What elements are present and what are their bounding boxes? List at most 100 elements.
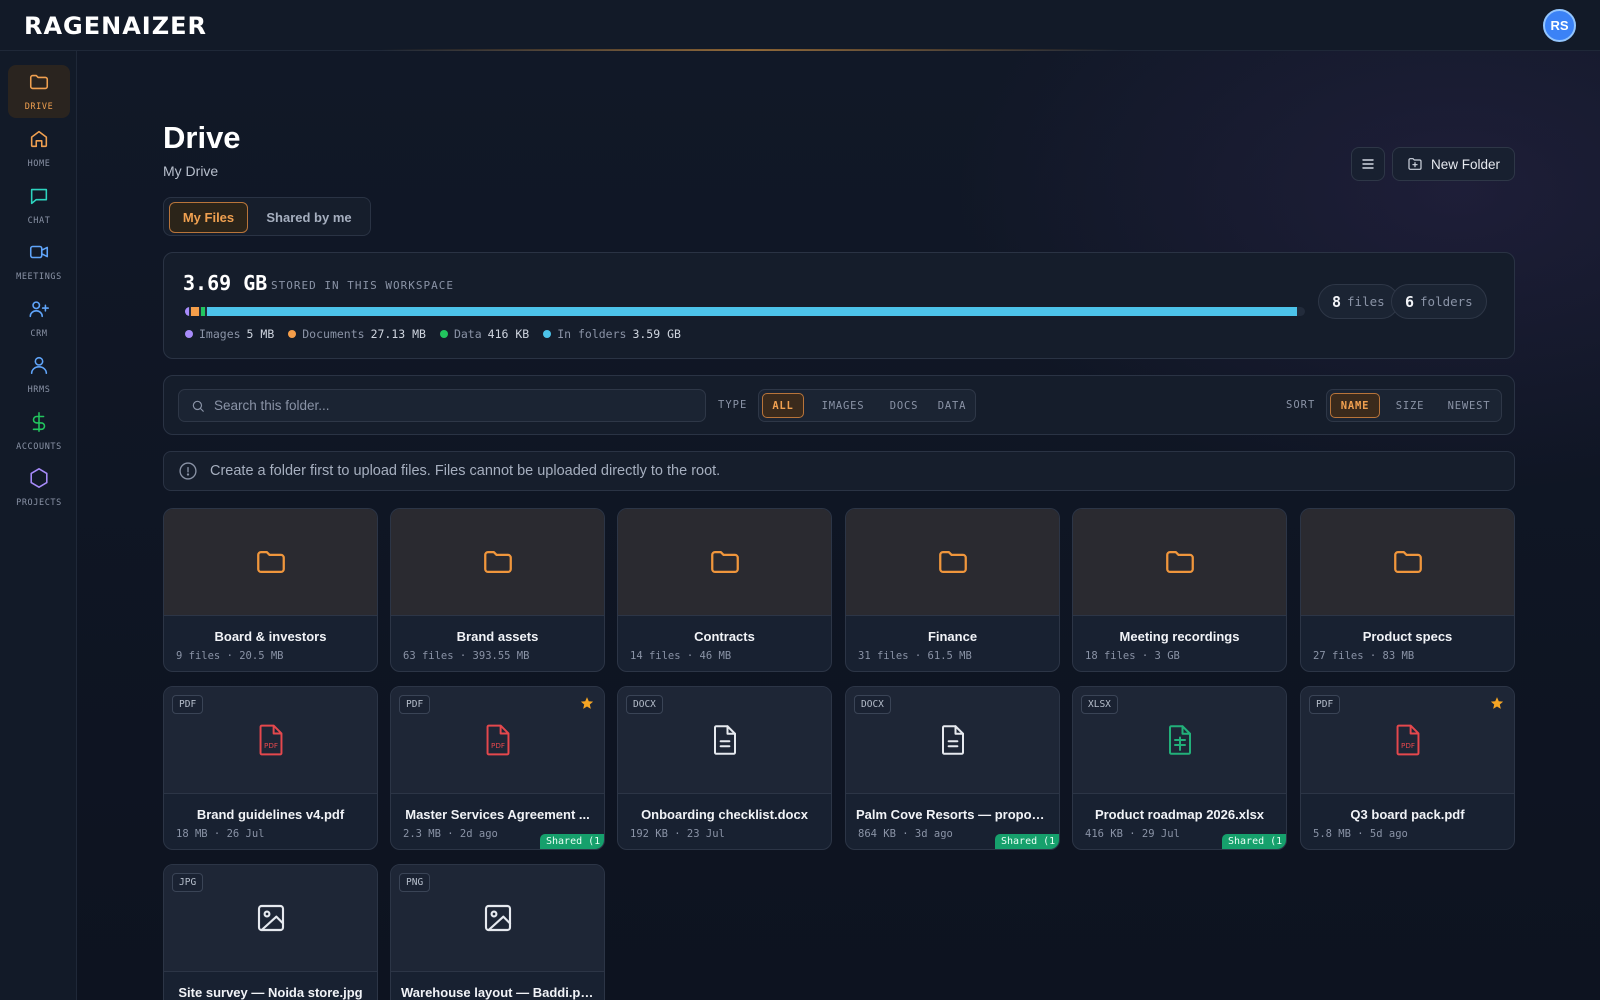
file-name: Master Services Agreement ... [405, 807, 590, 822]
legend-dot [543, 330, 552, 338]
type-filter-all[interactable]: ALL [762, 393, 804, 418]
folder-card[interactable]: Meeting recordings 18 files · 3 GB [1072, 508, 1287, 672]
filter-bar: TYPE ALL IMAGES DOCS DATA SORT NAME SIZE… [163, 375, 1515, 435]
file-type-badge: DOCX [854, 695, 891, 714]
file-card[interactable]: PDF PDF Master Services Agreement ... 2.… [390, 686, 605, 850]
type-filter-images[interactable]: IMAGES [811, 393, 875, 418]
file-card[interactable]: PNG Warehouse layout — Baddi.png [390, 864, 605, 1000]
file-date: 26 Jul [226, 828, 265, 840]
sidebar-item-projects[interactable]: PROJECTS [8, 461, 70, 514]
sidebar-item-crm[interactable]: CRM [8, 292, 70, 345]
user-plus-icon [28, 298, 50, 329]
folder-name: Board & investors [214, 629, 327, 644]
folder-card[interactable]: Product specs 27 files · 83 MB [1300, 508, 1515, 672]
file-name: Brand guidelines v4.pdf [196, 807, 345, 822]
svg-text:PDF: PDF [263, 741, 277, 750]
sidebar-item-meetings[interactable]: MEETINGS [8, 235, 70, 288]
file-card[interactable]: DOCX Onboarding checklist.docx 192 KB · … [617, 686, 832, 850]
type-filter-data[interactable]: DATA [931, 393, 973, 418]
svg-text:PDF: PDF [490, 741, 504, 750]
legend-name: In folders [557, 327, 627, 341]
document-icon [941, 725, 964, 755]
sort-newest[interactable]: NEWEST [1439, 393, 1499, 418]
folders-count-pill: 6 folders [1391, 284, 1487, 319]
sort-name[interactable]: NAME [1330, 393, 1380, 418]
file-type-badge: PDF [1309, 695, 1341, 714]
file-size: 192 KB [630, 828, 668, 840]
file-name: Onboarding checklist.docx [641, 807, 808, 822]
top-bar: RAGENAIZER RS [0, 0, 1600, 51]
file-card[interactable]: PDF PDF Brand guidelines v4.pdf 18 MB · … [163, 686, 378, 850]
files-count-label: files [1347, 294, 1385, 309]
folder-file-count: 31 files [858, 650, 909, 662]
legend-item: Documents 27.13 MB [288, 327, 426, 341]
legend-value: 416 KB [487, 327, 530, 341]
file-size: 2.3 MB [403, 828, 441, 840]
sidebar-item-label: HOME [27, 159, 51, 169]
folder-meta: 63 files · 393.55 MB [403, 650, 530, 662]
new-folder-button[interactable]: New Folder [1392, 147, 1515, 181]
file-size: 18 MB [176, 828, 208, 840]
folder-icon [28, 71, 50, 102]
tab-shared-by-me[interactable]: Shared by me [254, 202, 364, 233]
folder-meta: 31 files · 61.5 MB [858, 650, 972, 662]
files-count-pill: 8 files [1318, 284, 1399, 319]
search-input[interactable] [214, 398, 694, 413]
file-card[interactable]: JPG Site survey — Noida store.jpg [163, 864, 378, 1000]
sidebar-item-hrms[interactable]: HRMS [8, 348, 70, 401]
folder-icon [483, 550, 512, 574]
file-name: Site survey — Noida store.jpg [178, 985, 363, 1000]
file-meta: 864 KB · 3d ago [858, 828, 953, 840]
app-logo[interactable]: RAGENAIZER [24, 12, 207, 40]
folder-icon [256, 550, 285, 574]
folder-meta: 27 files · 83 MB [1313, 650, 1415, 662]
legend-name: Documents [302, 327, 365, 341]
breadcrumb[interactable]: My Drive [163, 163, 218, 179]
sort-size[interactable]: SIZE [1385, 393, 1435, 418]
folder-meta: 14 files · 46 MB [630, 650, 732, 662]
starred-marker[interactable] [580, 696, 594, 715]
folder-thumbnail [391, 509, 604, 616]
folder-size: 3 GB [1154, 650, 1180, 662]
type-filter-docs[interactable]: DOCS [879, 393, 929, 418]
file-date: 29 Jul [1141, 828, 1180, 840]
info-notice: Create a folder first to upload files. F… [163, 451, 1515, 491]
folder-card[interactable]: Finance 31 files · 61.5 MB [845, 508, 1060, 672]
sidebar-item-accounts[interactable]: ACCOUNTS [8, 405, 70, 458]
folder-file-count: 18 files [1085, 650, 1136, 662]
document-icon [713, 725, 736, 755]
folder-card[interactable]: Brand assets 63 files · 393.55 MB [390, 508, 605, 672]
pdf-file-icon: PDF [486, 724, 509, 756]
type-filter-label: TYPE [718, 399, 748, 411]
sidebar-item-chat[interactable]: CHAT [8, 179, 70, 232]
file-card[interactable]: PDF PDF Q3 board pack.pdf 5.8 MB · 5d ag… [1300, 686, 1515, 850]
folder-meta: 9 files · 20.5 MB [176, 650, 284, 662]
storage-bar-segment [190, 307, 199, 316]
folder-card[interactable]: Board & investors 9 files · 20.5 MB [163, 508, 378, 672]
folder-thumbnail [1073, 509, 1286, 616]
file-name: Palm Cove Resorts — propos... [856, 807, 1049, 822]
search-box[interactable] [178, 389, 706, 422]
shared-badge: Shared (1 [540, 834, 604, 849]
user-avatar[interactable]: RS [1543, 9, 1576, 42]
file-card[interactable]: DOCX Palm Cove Resorts — propos... 864 K… [845, 686, 1060, 850]
folder-card[interactable]: Contracts 14 files · 46 MB [617, 508, 832, 672]
folders-count-label: folders [1420, 294, 1473, 309]
sidebar-item-home[interactable]: HOME [8, 122, 70, 175]
file-name: Product roadmap 2026.xlsx [1094, 807, 1265, 822]
sidebar-item-label: CRM [30, 329, 48, 339]
sidebar-item-label: PROJECTS [16, 498, 62, 508]
starred-marker[interactable] [1490, 696, 1504, 715]
file-meta: 2.3 MB · 2d ago [403, 828, 498, 840]
tab-my-files[interactable]: My Files [169, 202, 248, 233]
legend-dot [288, 330, 297, 338]
folder-icon [710, 550, 739, 574]
star-icon[interactable] [580, 696, 594, 710]
star-icon[interactable] [1490, 696, 1504, 710]
folder-file-count: 9 files [176, 650, 221, 662]
folder-name: Meeting recordings [1119, 629, 1240, 644]
legend-item: In folders 3.59 GB [543, 327, 681, 341]
list-view-button[interactable] [1351, 147, 1385, 181]
file-card[interactable]: XLSX Product roadmap 2026.xlsx 416 KB · … [1072, 686, 1287, 850]
sidebar-item-drive[interactable]: DRIVE [8, 65, 70, 118]
